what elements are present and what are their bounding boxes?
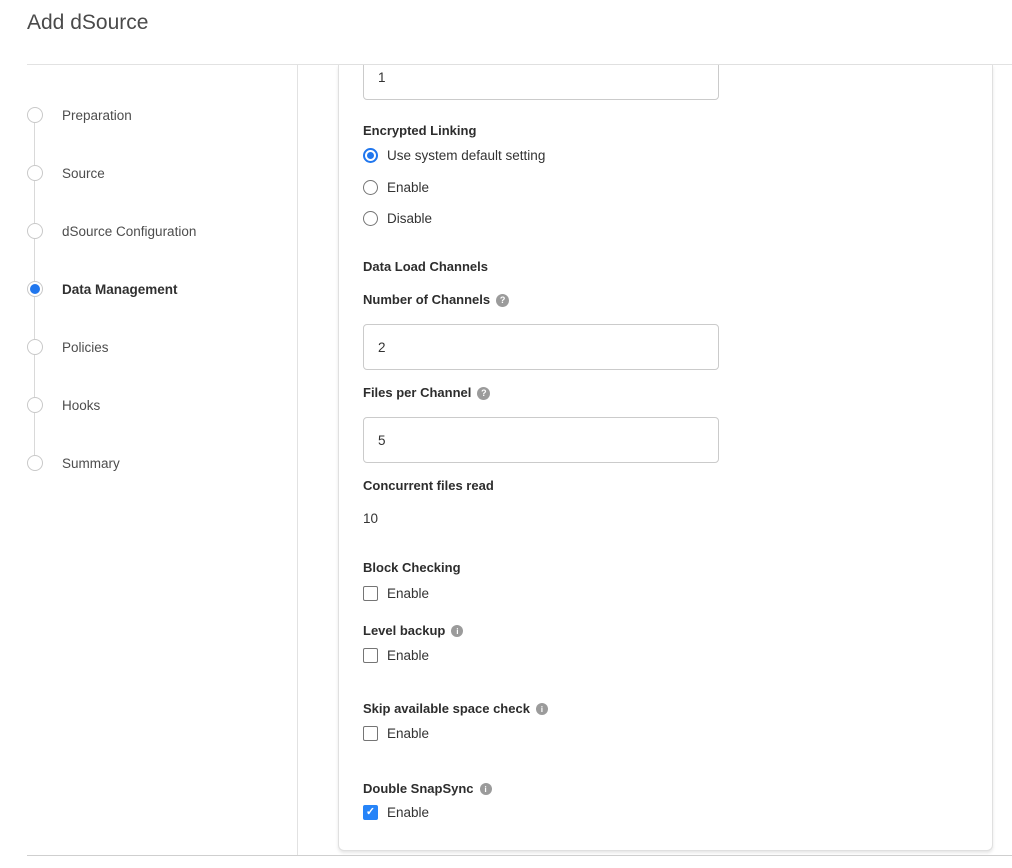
radio-button-icon[interactable] xyxy=(363,211,378,226)
info-icon[interactable]: i xyxy=(536,703,548,715)
checkbox-icon[interactable]: ✓ xyxy=(363,648,378,663)
info-icon[interactable]: i xyxy=(451,625,463,637)
sidebar-item-data-management[interactable]: Data Management xyxy=(27,260,289,318)
checkbox-label[interactable]: Enable xyxy=(387,805,429,820)
help-icon[interactable]: ? xyxy=(496,294,509,307)
sidebar-item-label: Data Management xyxy=(62,282,178,297)
radio-label[interactable]: Use system default setting xyxy=(387,148,545,163)
sidebar-item-label: Policies xyxy=(62,340,109,355)
sidebar-item-label: Source xyxy=(62,166,105,181)
number-of-channels-input[interactable] xyxy=(363,324,719,370)
checkbox-label[interactable]: Enable xyxy=(387,586,429,601)
checkbox-icon[interactable]: ✓ xyxy=(363,726,378,741)
data-management-form-panel: Encrypted Linking Use system default set… xyxy=(338,65,993,851)
skip-space-check-enable-row[interactable]: ✓ Enable xyxy=(363,725,968,741)
step-circle-icon xyxy=(27,165,43,181)
help-icon[interactable]: ? xyxy=(477,387,490,400)
wizard-stepper: Preparation Source dSource Configuration… xyxy=(27,86,289,492)
radio-label[interactable]: Enable xyxy=(387,180,429,195)
add-dsource-wizard: Add dSource Preparation Source dSource C… xyxy=(0,0,1012,868)
sidebar-item-label: Summary xyxy=(62,456,120,471)
encrypted-linking-label: Encrypted Linking xyxy=(363,123,968,139)
sidebar-item-policies[interactable]: Policies xyxy=(27,318,289,376)
sidebar-divider xyxy=(297,65,298,855)
level-backup-enable-row[interactable]: ✓ Enable xyxy=(363,647,968,663)
info-icon[interactable]: i xyxy=(480,783,492,795)
sidebar-item-label: Preparation xyxy=(62,108,132,123)
radio-disable[interactable]: Disable xyxy=(363,210,968,226)
sidebar-item-dsource-configuration[interactable]: dSource Configuration xyxy=(27,202,289,260)
radio-button-icon[interactable] xyxy=(363,180,378,195)
check-icon: ✓ xyxy=(366,805,375,820)
block-checking-label: Block Checking xyxy=(363,560,968,576)
checkbox-label[interactable]: Enable xyxy=(387,726,429,741)
double-snapsync-enable-row[interactable]: ✓ Enable xyxy=(363,804,968,820)
double-snapsync-label: Double SnapSync i xyxy=(363,781,968,797)
page-title: Add dSource xyxy=(27,11,148,35)
number-of-channels-label: Number of Channels ? xyxy=(363,292,968,308)
checkbox-checked-icon[interactable]: ✓ xyxy=(363,805,378,820)
sidebar-item-summary[interactable]: Summary xyxy=(27,434,289,492)
step-circle-icon xyxy=(27,339,43,355)
sidebar-item-label: Hooks xyxy=(62,398,100,413)
files-per-channel-label: Files per Channel ? xyxy=(363,385,968,401)
sidebar-item-preparation[interactable]: Preparation xyxy=(27,86,289,144)
step-circle-icon xyxy=(27,223,43,239)
radio-use-system-default[interactable]: Use system default setting xyxy=(363,147,968,163)
data-management-form: Encrypted Linking Use system default set… xyxy=(339,65,992,820)
data-load-channels-heading: Data Load Channels xyxy=(363,259,968,275)
step-circle-icon xyxy=(27,107,43,123)
radio-button-icon[interactable] xyxy=(363,148,378,163)
sidebar-item-hooks[interactable]: Hooks xyxy=(27,376,289,434)
block-checking-enable-row[interactable]: ✓ Enable xyxy=(363,585,968,601)
step-circle-active-icon xyxy=(27,281,43,297)
step-circle-icon xyxy=(27,455,43,471)
files-per-channel-input[interactable] xyxy=(363,417,719,463)
concurrent-files-read-value: 10 xyxy=(363,511,968,527)
concurrent-files-read-label: Concurrent files read xyxy=(363,478,968,494)
sidebar-item-source[interactable]: Source xyxy=(27,144,289,202)
footer-divider xyxy=(27,855,1012,856)
skip-space-check-label: Skip available space check i xyxy=(363,701,968,717)
level-backup-label: Level backup i xyxy=(363,623,968,639)
top-number-field[interactable] xyxy=(363,65,719,100)
checkbox-icon[interactable]: ✓ xyxy=(363,586,378,601)
sidebar-item-label: dSource Configuration xyxy=(62,224,196,239)
checkbox-label[interactable]: Enable xyxy=(387,648,429,663)
radio-enable[interactable]: Enable xyxy=(363,179,968,195)
step-circle-icon xyxy=(27,397,43,413)
radio-label[interactable]: Disable xyxy=(387,211,432,226)
